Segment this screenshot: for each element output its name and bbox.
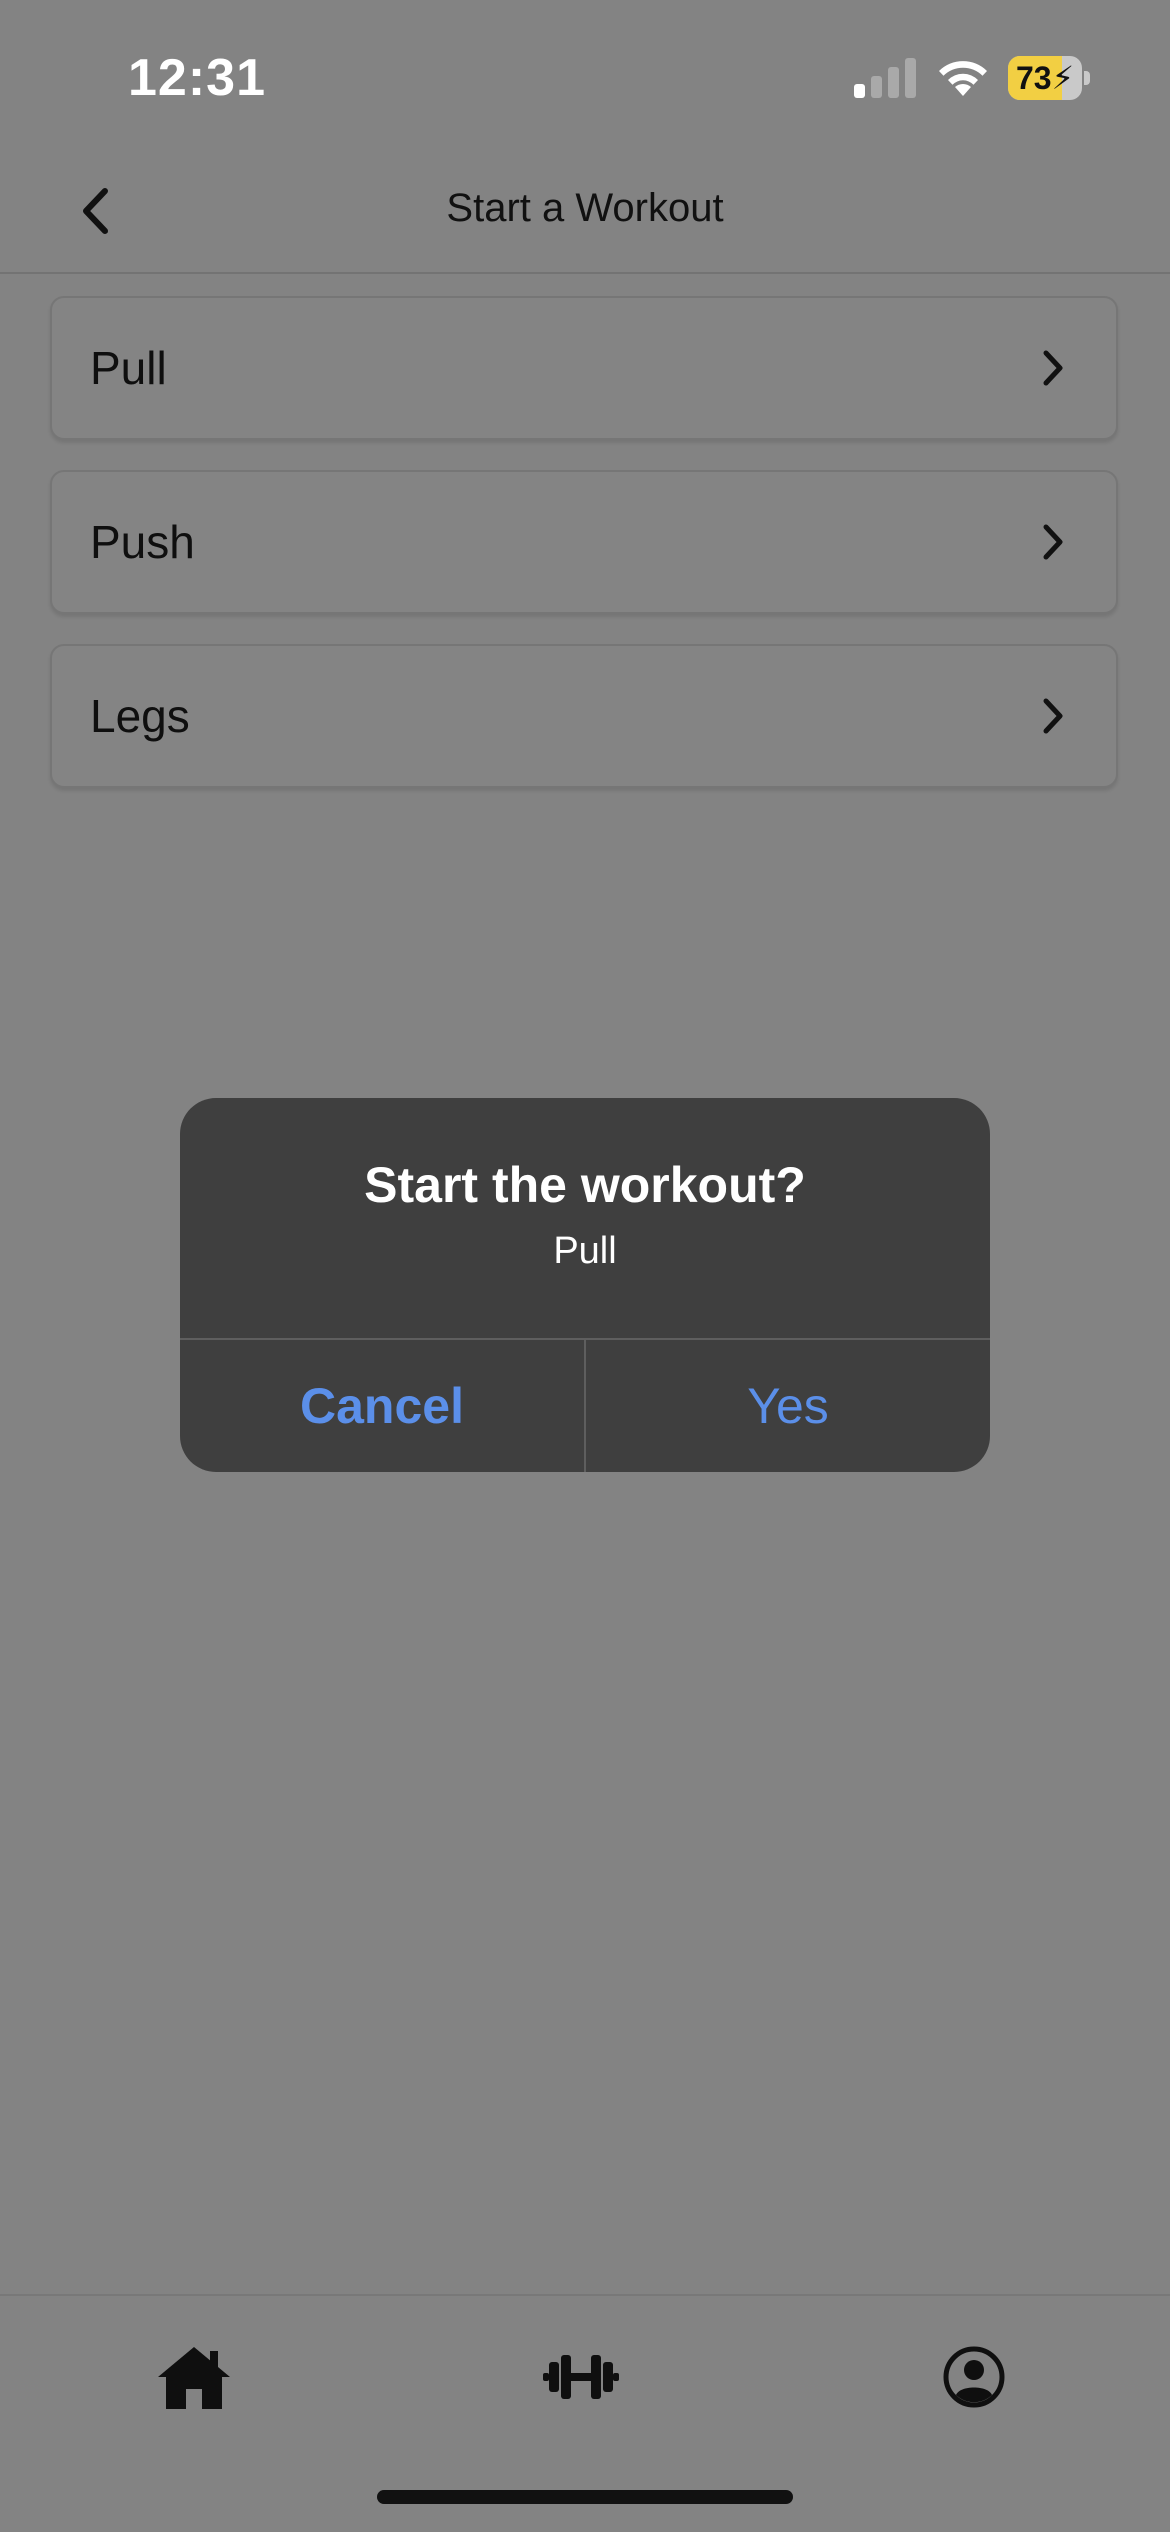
page-title: Start a Workout: [446, 186, 724, 230]
workout-item-pull[interactable]: Pull: [50, 296, 1118, 440]
chevron-right-icon: [1043, 350, 1063, 386]
dumbbell-icon: [543, 2355, 619, 2399]
alert-message: Pull: [553, 1230, 617, 1272]
battery-cap: [1084, 71, 1090, 85]
workout-list: Pull Push Legs: [50, 296, 1120, 818]
workout-item-push[interactable]: Push: [50, 470, 1118, 614]
yes-button[interactable]: Yes: [586, 1340, 990, 1472]
back-button[interactable]: [60, 176, 130, 246]
start-workout-alert: Start the workout? Pull Cancel Yes: [180, 1098, 990, 1472]
tab-home[interactable]: [144, 2332, 244, 2422]
charging-bolt-icon: ⚡: [1051, 60, 1075, 96]
screen: 12:31 73⚡ Start a Workout Pull Push Legs…: [0, 0, 1170, 2532]
chevron-right-icon: [1043, 698, 1063, 734]
workout-name: Legs: [90, 690, 190, 742]
home-icon: [158, 2347, 230, 2409]
cellular-signal-icon: [854, 58, 916, 98]
workout-name: Pull: [90, 342, 167, 394]
tab-profile[interactable]: [924, 2332, 1024, 2422]
workout-item-legs[interactable]: Legs: [50, 644, 1118, 788]
profile-icon: [943, 2346, 1005, 2408]
tab-workout[interactable]: [531, 2332, 631, 2422]
chevron-right-icon: [1043, 524, 1063, 560]
wifi-icon: [939, 61, 987, 96]
cancel-button[interactable]: Cancel: [180, 1340, 584, 1472]
navigation-bar: Start a Workout: [0, 150, 1170, 274]
workout-name: Push: [90, 516, 195, 568]
alert-title: Start the workout?: [364, 1157, 806, 1213]
status-bar: 12:31 73⚡: [0, 0, 1170, 150]
battery-level-text: 73: [1015, 60, 1052, 96]
battery-indicator: 73⚡: [1008, 56, 1090, 100]
status-time: 12:31: [128, 49, 266, 107]
battery-body: 73⚡: [1008, 56, 1082, 100]
home-indicator[interactable]: [377, 2490, 793, 2504]
chevron-left-icon: [83, 188, 108, 234]
